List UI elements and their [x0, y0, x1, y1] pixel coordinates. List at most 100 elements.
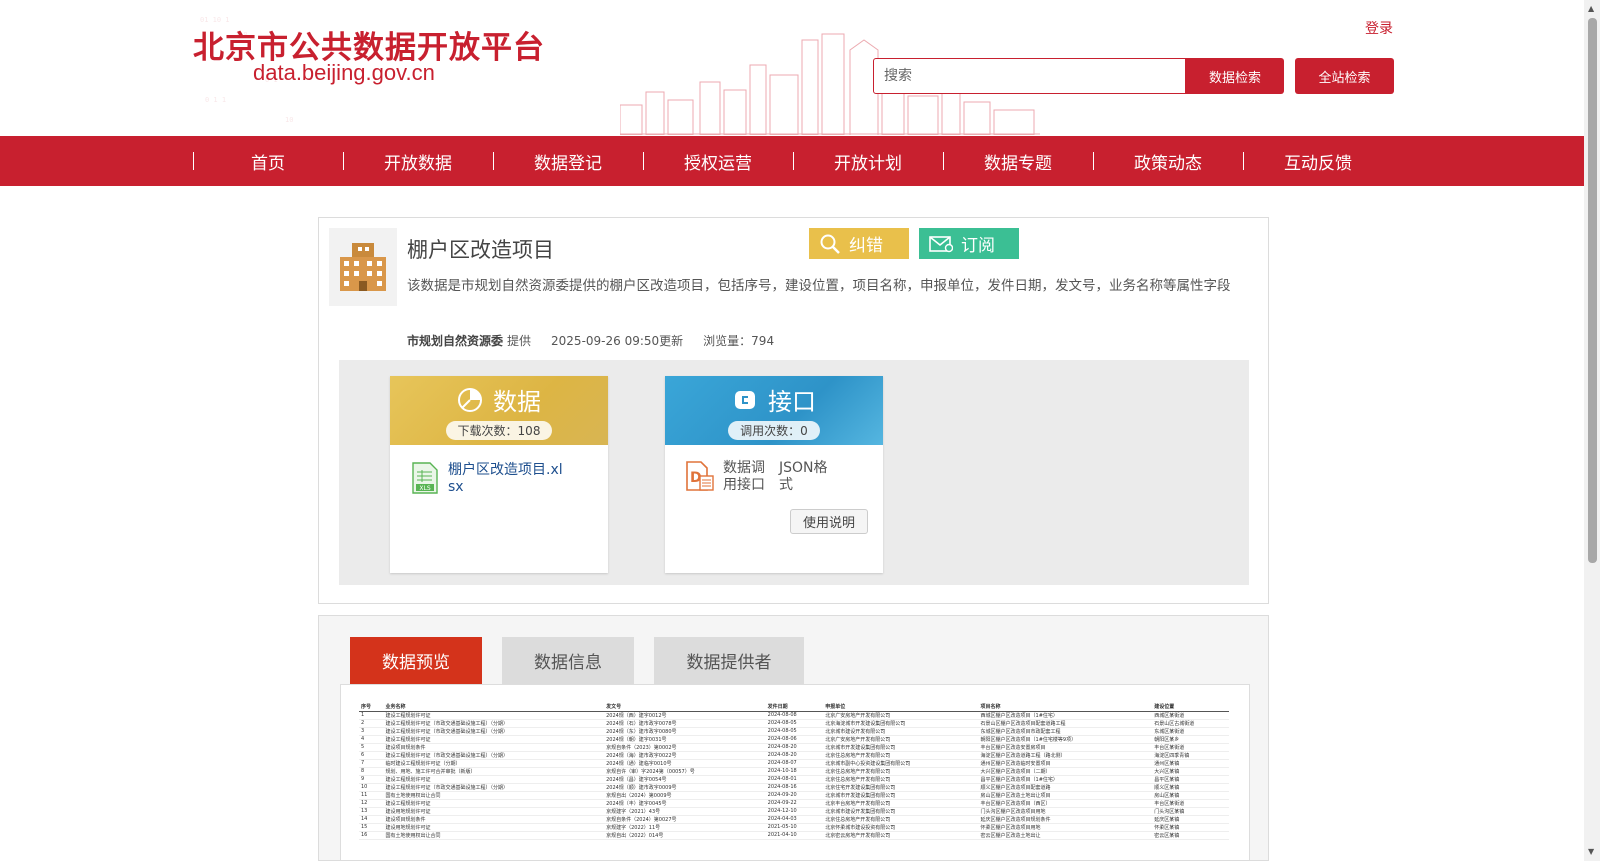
preview-column-header: 建设位置	[1152, 703, 1229, 712]
table-cell: 2024规（顺）建市政字0009号	[604, 783, 766, 792]
data-resource-card: 数据 下载次数：108 XLS 棚户区改造项目.xlsx	[390, 376, 608, 573]
table-cell: 北京海淀城市开发建设集团有限公司	[823, 719, 979, 728]
table-row: 1 建设工程规划许可证 2024规（西）建字0012号 2024-08-08 北京广安房…	[359, 711, 1229, 720]
dataset-detail-card: 棚户区改造项目 纠错 订阅 该数据是市规划自然资源委提供的棚户区改造项目，包括序…	[318, 217, 1269, 604]
nav-item-open-data[interactable]: 开放数据	[343, 136, 493, 186]
data-search-button[interactable]: 数据检索	[1186, 58, 1284, 94]
dataset-meta: 市规划自然资源委 提供 2025-09-26 09:50更新 浏览量：794	[407, 332, 774, 349]
table-cell: 5	[359, 743, 384, 752]
table-row: 12 建设工程规划许可证 2024规（丰）建字0045号 2024-09-22 北京丰台…	[359, 799, 1229, 808]
dataset-category-thumbnail	[329, 228, 397, 306]
scrollbar-thumb[interactable]	[1588, 18, 1597, 563]
mail-icon	[929, 235, 953, 252]
nav-item-data-topics[interactable]: 数据专题	[943, 136, 1093, 186]
buildings-icon	[340, 243, 386, 291]
magnifier-icon	[820, 234, 840, 254]
tab-data-preview[interactable]: 数据预览	[350, 637, 482, 684]
scroll-up-arrow-icon[interactable]: ▲	[1588, 4, 1594, 13]
table-row: 7 临时建设工程规划许可证（分期） 2024规（通）建临字0010号 2024-08-…	[359, 759, 1229, 768]
preview-column-header: 发文号	[604, 703, 766, 712]
table-cell: 京规自条件（2023）第0002号	[604, 743, 766, 752]
table-cell: 2024规（昌）建字0054号	[604, 775, 766, 784]
api-row: D 数据调用接口 JSON格式	[685, 460, 829, 494]
dataset-title: 棚户区改造项目	[407, 238, 554, 262]
table-cell: 北京丰台房地产开发有限公司	[823, 799, 979, 808]
dataset-description: 该数据是市规划自然资源委提供的棚户区改造项目，包括序号，建设位置，项目名称，申报…	[407, 278, 1231, 294]
table-cell: 海淀区四季青镇	[1152, 751, 1229, 760]
table-cell: 建设工程规划许可证	[383, 711, 605, 720]
nav-item-policy-news[interactable]: 政策动态	[1093, 136, 1243, 186]
table-row: 2 建设工程规划许可证（市政交通基础设施工程）（分期） 2024规（石）建市政字00…	[359, 719, 1229, 728]
svg-text:10: 10	[285, 116, 293, 124]
table-cell: 北京住总房地产开发有限公司	[823, 751, 979, 760]
table-cell: 密云区某镇	[1152, 831, 1229, 840]
tab-data-provider[interactable]: 数据提供者	[654, 637, 804, 684]
table-cell: 2024-08-05	[765, 719, 824, 728]
subscribe-label: 订阅	[961, 236, 995, 256]
nav-item-open-plan[interactable]: 开放计划	[793, 136, 943, 186]
table-cell: 京规自条件（2024）第0027号	[604, 815, 766, 824]
table-cell: 规划、用地、施工许可合并审批（新版）	[383, 767, 605, 776]
table-row: 3 建设工程规划许可证（市政交通基础设施工程）（分期） 2024规（东）建市政字00…	[359, 727, 1229, 736]
table-cell: 通州区棚户区改造临时安置项目	[978, 759, 1153, 768]
table-cell: 京规建字（2022）11号	[604, 823, 766, 832]
correct-error-label: 纠错	[849, 236, 883, 256]
table-cell: 2024-10-18	[765, 767, 824, 776]
correct-error-button[interactable]: 纠错	[809, 228, 909, 259]
table-row: 13 建设用地规划许可证 京规建字（2021）43号 2024-12-10 北京城市建设…	[359, 807, 1229, 816]
table-cell: 13	[359, 807, 384, 816]
table-cell: 7	[359, 759, 384, 768]
table-cell: 丰台区某街道	[1152, 799, 1229, 808]
site-search-button[interactable]: 全站检索	[1295, 58, 1394, 94]
table-cell: 海淀区棚户区改造道路工程（路北侧）	[978, 751, 1153, 760]
call-count: 调用次数：0	[728, 421, 820, 440]
scroll-down-arrow-icon[interactable]: ▼	[1588, 847, 1594, 856]
page-scrollbar[interactable]: ▲ ▼	[1584, 0, 1600, 861]
api-icon	[735, 390, 755, 409]
data-file-link[interactable]: 棚户区改造项目.xlsx	[448, 462, 568, 496]
site-logo-domain[interactable]: data.beijing.gov.cn	[253, 60, 435, 86]
table-cell: 延庆区棚户区改造项目规划条件	[978, 815, 1153, 824]
dataset-updated: 2025-09-26 09:50更新	[551, 334, 684, 348]
data-resource-header: 数据 下载次数：108	[390, 376, 608, 445]
table-cell: 顺义区某镇	[1152, 783, 1229, 792]
preview-column-header: 申报单位	[823, 703, 979, 712]
table-cell: 9	[359, 775, 384, 784]
usage-instructions-button[interactable]: 使用说明	[790, 509, 868, 534]
table-cell: 建设项目规划条件	[383, 743, 605, 752]
table-cell: 2	[359, 719, 384, 728]
table-cell: 8	[359, 767, 384, 776]
api-document-icon: D	[686, 461, 714, 491]
tab-data-info[interactable]: 数据信息	[502, 637, 634, 684]
table-cell: 2024-08-16	[765, 783, 824, 792]
data-file-row[interactable]: XLS 棚户区改造项目.xlsx	[410, 462, 568, 496]
table-row: 11 国有土地使用权出让合同 京规自出（2024）第0009号 2024-09-20 北…	[359, 791, 1229, 800]
table-row: 15 建设用地规划许可证 京规建字（2022）11号 2021-05-10 北京怀柔城市…	[359, 823, 1229, 832]
table-cell: 石景山区古城街道	[1152, 719, 1229, 728]
table-cell: 石景山区棚户区改造项目配套道路工程	[978, 719, 1153, 728]
table-cell: 临时建设工程规划许可证（分期）	[383, 759, 605, 768]
main-nav: 首页 开放数据 数据登记 授权运营 开放计划 数据专题 政策动态 互动反馈	[0, 136, 1584, 186]
table-cell: 1	[359, 711, 384, 720]
preview-column-header: 项目名称	[978, 703, 1153, 712]
table-cell: 2024-09-22	[765, 799, 824, 808]
table-cell: 3	[359, 727, 384, 736]
dataset-provider[interactable]: 市规划自然资源委	[407, 332, 503, 349]
table-cell: 建设工程规划许可证	[383, 735, 605, 744]
search-input[interactable]	[873, 58, 1186, 94]
svg-text:XLS: XLS	[419, 485, 430, 492]
login-link[interactable]: 登录	[1365, 18, 1393, 38]
subscribe-button[interactable]: 订阅	[919, 228, 1019, 259]
table-cell: 2024-08-06	[765, 735, 824, 744]
table-cell: 2024-04-03	[765, 815, 824, 824]
table-row: 16 国有土地使用权出让合同 京规自出（2022）014号 2021-04-10 北京密…	[359, 831, 1229, 840]
nav-item-feedback[interactable]: 互动反馈	[1243, 136, 1393, 186]
table-row: 6 建设工程规划许可证（市政交通基础设施工程）（分期） 2024规（海）建市政字00…	[359, 751, 1229, 760]
table-cell: 北京住宅开发建设集团有限公司	[823, 783, 979, 792]
table-cell: 2024规（东）建市政字0080号	[604, 727, 766, 736]
table-cell: 建设工程规划许可证	[383, 799, 605, 808]
nav-item-home[interactable]: 首页	[193, 136, 343, 186]
nav-item-authorized-operation[interactable]: 授权运营	[643, 136, 793, 186]
nav-item-data-registration[interactable]: 数据登记	[493, 136, 643, 186]
table-cell: 北京住总房地产开发有限公司	[823, 815, 979, 824]
